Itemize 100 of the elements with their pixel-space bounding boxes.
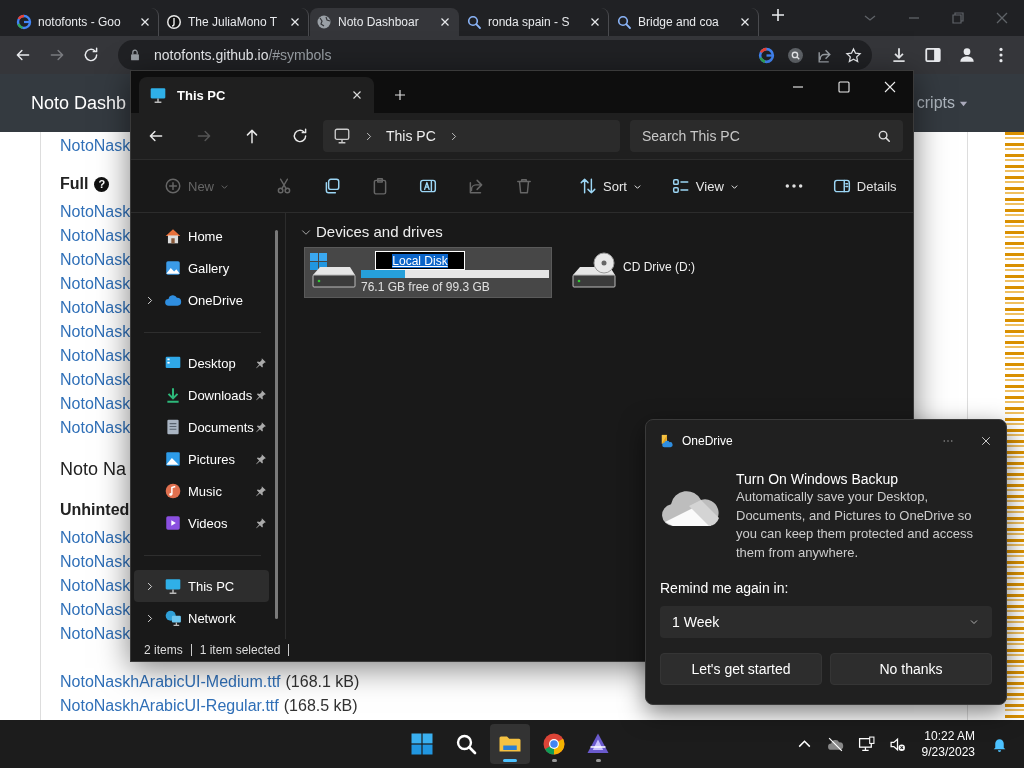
command-button[interactable]: Sort	[570, 171, 651, 201]
action-button[interactable]: No thanks	[830, 653, 992, 685]
more-icon	[784, 184, 803, 188]
file-link[interactable]: NotoNask	[60, 598, 131, 622]
monitor-icon[interactable]	[857, 735, 875, 753]
cloud-off-icon[interactable]	[826, 735, 844, 753]
search-field[interactable]: Search This PC	[630, 120, 903, 152]
command-button[interactable]: View	[662, 171, 748, 201]
music-note-icon	[164, 482, 182, 500]
details-button[interactable]: Details	[823, 171, 906, 201]
share-icon	[467, 177, 485, 195]
sidebar-item[interactable]: Network	[134, 602, 269, 634]
speaker-muted-icon[interactable]	[888, 735, 906, 753]
site-title[interactable]: Noto Dashb	[31, 92, 127, 114]
file-size: (168.5 kB)	[283, 697, 358, 715]
notification-message: Automatically save your Desktop, Documents, and Pictures to OneDrive so you can keep them protected and access them from anywhere.	[736, 488, 975, 562]
taskbar-button[interactable]	[490, 724, 530, 764]
pin-icon[interactable]	[255, 389, 267, 401]
side-panel-icon[interactable]	[924, 46, 942, 64]
address-bar[interactable]: notofonts.github.io/#symbols	[118, 40, 872, 70]
file-link[interactable]: NotoNask	[60, 248, 131, 272]
maximize-icon[interactable]	[836, 79, 852, 95]
windows-logo-icon	[410, 732, 434, 756]
sidebar-item[interactable]: Downloads	[134, 379, 269, 411]
windows-drive-icon	[310, 251, 356, 291]
notification-title: Turn On Windows Backup	[736, 470, 900, 488]
browser-tab[interactable]: Noto Dashboar	[310, 8, 459, 36]
sidebar-item[interactable]: Gallery	[134, 252, 269, 284]
sidebar-item[interactable]: Documents	[134, 411, 269, 443]
g-logo-icon[interactable]	[758, 46, 775, 64]
globe-icon	[316, 14, 332, 30]
close-icon[interactable]	[882, 79, 898, 95]
reload-icon[interactable]	[82, 46, 100, 64]
section-heading: Unhinted	[60, 500, 130, 520]
sidebar-item[interactable]: Desktop	[134, 347, 269, 379]
remind-dropdown[interactable]: 1 Week	[660, 606, 992, 638]
pin-icon[interactable]	[255, 357, 267, 369]
sidebar-item[interactable]: OneDrive	[134, 284, 269, 316]
view-list-icon	[671, 177, 690, 195]
drive-tile[interactable]: CD Drive (D:)	[564, 247, 812, 298]
file-link[interactable]: NotoNask	[60, 392, 131, 416]
breadcrumb-item[interactable]: This PC	[386, 128, 436, 144]
clock-time: 10:22 AM	[924, 728, 975, 744]
cloud-icon	[660, 488, 722, 528]
help-icon[interactable]: ?	[94, 176, 110, 192]
running-indicator	[595, 759, 601, 762]
refresh-icon[interactable]	[291, 127, 309, 145]
pin-icon[interactable]	[255, 453, 267, 465]
monitor-icon	[333, 127, 351, 145]
rename-field[interactable]: Local Disk	[375, 251, 465, 270]
window-tab[interactable]: This PC	[139, 77, 374, 113]
sidebar-item[interactable]: This PC	[134, 570, 269, 602]
file-link[interactable]: NotoNask	[60, 134, 131, 158]
sidebar-item[interactable]: Music	[134, 475, 269, 507]
pin-icon[interactable]	[255, 517, 267, 529]
app-logo-icon	[660, 434, 674, 448]
close-icon[interactable]	[980, 435, 992, 447]
status-text: 1 item selected	[199, 643, 281, 657]
details-pane-icon	[832, 177, 851, 195]
new-tab-icon[interactable]	[392, 87, 408, 103]
sidebar-item[interactable]: Home	[134, 220, 269, 252]
free-space-text: 76.1 GB free of 99.3 GB	[361, 280, 491, 294]
menu-link[interactable]: cripts	[916, 94, 955, 112]
new-tab-icon[interactable]	[770, 7, 786, 23]
address-bar[interactable]: This PC	[323, 120, 620, 152]
file-link[interactable]: NotoNaskhArabicUI-Regular.ttf	[60, 694, 279, 718]
file-link[interactable]: NotoNask	[60, 224, 131, 248]
file-link[interactable]: NotoNask	[60, 622, 131, 646]
file-link[interactable]: NotoNask	[60, 200, 131, 224]
file-link[interactable]: NotoNask	[60, 320, 131, 344]
file-link[interactable]: NotoNask	[60, 550, 131, 574]
drive-tile[interactable]: Local Disk 76.1 GB free of 99.3 GB	[304, 247, 552, 298]
document-icon	[164, 418, 182, 436]
file-link[interactable]: NotoNask	[60, 344, 131, 368]
file-link[interactable]: NotoNask	[60, 296, 131, 320]
sort-arrows-icon	[579, 177, 597, 195]
action-button[interactable]: Let's get started	[660, 653, 822, 685]
sidebar-item[interactable]: Pictures	[134, 443, 269, 475]
pin-icon[interactable]	[255, 421, 267, 433]
clock-date: 9/23/2023	[921, 744, 975, 760]
star-icon[interactable]	[845, 46, 862, 64]
file-link[interactable]: NotoNask	[60, 368, 131, 392]
picture-icon	[164, 259, 182, 277]
file-link[interactable]: NotoNask	[60, 416, 131, 440]
scrollbar[interactable]	[275, 230, 278, 619]
status-text: 2 items	[144, 643, 183, 657]
file-link[interactable]: NotoNask	[60, 574, 131, 598]
pin-icon[interactable]	[255, 485, 267, 497]
profile-icon[interactable]	[958, 46, 976, 64]
search-icon	[877, 129, 891, 143]
clock[interactable]: 10:22 AM 9/23/2023	[921, 728, 975, 760]
sidebar-item[interactable]: Videos	[134, 507, 269, 539]
monitor-icon	[149, 86, 167, 104]
lens-icon[interactable]	[787, 46, 804, 64]
download-icon[interactable]	[890, 46, 908, 64]
group-heading: Devices and drives	[316, 223, 443, 240]
download-arrow-icon	[164, 386, 182, 404]
file-link[interactable]: NotoNask	[60, 272, 131, 296]
file-link[interactable]: NotoNaskhArabicUI-Medium.ttf	[60, 670, 281, 694]
file-link[interactable]: NotoNask	[60, 526, 131, 550]
